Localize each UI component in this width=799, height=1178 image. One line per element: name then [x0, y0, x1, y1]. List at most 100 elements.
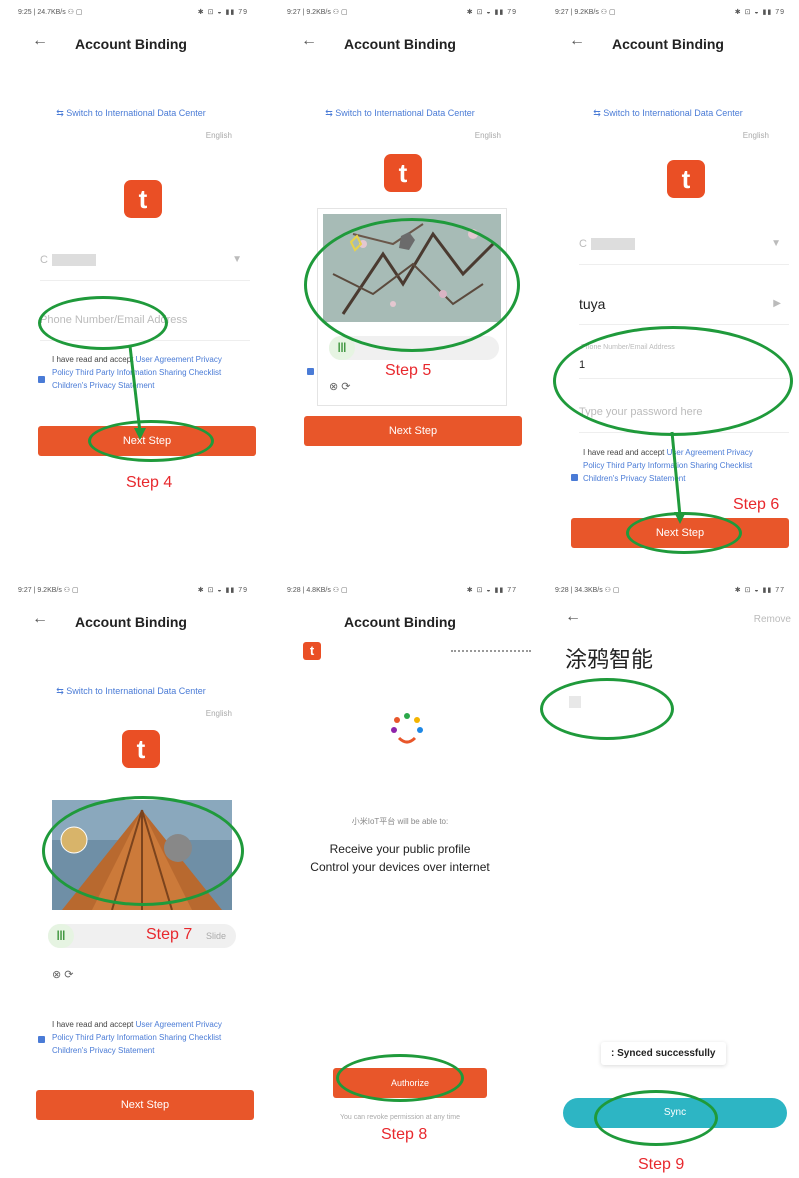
brand-title: 涂鸦智能: [565, 647, 654, 672]
step-label: Step 7: [146, 926, 193, 943]
step-label: Step 8: [381, 1126, 428, 1143]
tuya-logo: t: [303, 642, 321, 660]
agreement-text: I have read and accept User Agreement Pr…: [583, 446, 775, 485]
platform-text: 小米IoT平台 will be able to:: [351, 817, 449, 826]
slider-handle[interactable]: |||: [48, 924, 74, 948]
status-icons: ✱ ⊡ ◒ ▮▮ 79: [197, 587, 248, 594]
language-selector[interactable]: English: [475, 131, 501, 140]
account-type-value: tuya: [579, 296, 606, 312]
region-value: C: [40, 254, 48, 266]
status-time: 9:27 | 9.2KB/s ⚇ ▢: [287, 9, 348, 16]
switch-data-center-link[interactable]: ⇆ Switch to International Data Center: [0, 686, 262, 697]
page-title: Account Binding: [344, 614, 456, 630]
masked-region: [590, 238, 635, 251]
page-title: Account Binding: [75, 614, 187, 630]
tuya-logo: t: [122, 730, 160, 768]
status-time: 9:28 | 34.3KB/s ⚇ ▢: [555, 587, 620, 594]
refresh-icon[interactable]: ⟳: [341, 381, 350, 393]
status-bar: 9:28 | 4.8KB/s ⚇ ▢ ✱ ⊡ ◒ ▮▮ 77: [287, 586, 517, 596]
tuya-logo: t: [667, 160, 705, 198]
masked-account-icon: [569, 696, 581, 708]
region-value: C: [579, 238, 587, 250]
status-bar: 9:28 | 34.3KB/s ⚇ ▢ ✱ ⊡ ◒ ▮▮ 77: [555, 586, 785, 596]
next-step-button[interactable]: Next Step: [571, 518, 789, 548]
language-selector[interactable]: English: [206, 131, 232, 140]
agree-prefix: I have read and accept: [52, 1020, 134, 1029]
agreement-text: I have read and accept User Agreement Pr…: [52, 1018, 244, 1057]
password-input[interactable]: Type your password here: [579, 392, 789, 433]
page-title: Account Binding: [344, 36, 456, 52]
close-icon[interactable]: ⊗: [52, 969, 61, 981]
status-icons: ✱ ⊡ ◒ ▮▮ 79: [466, 9, 517, 16]
status-bar: 9:27 | 9.2KB/s ⚇ ▢ ✱ ⊡ ◒ ▮▮ 79: [555, 8, 785, 18]
panel-step8: 9:28 | 4.8KB/s ⚇ ▢ ✱ ⊡ ◒ ▮▮ 77 Account B…: [269, 578, 531, 1152]
next-step-button[interactable]: Next Step: [38, 426, 256, 456]
agree-checkbox[interactable]: [571, 474, 578, 481]
phone-value: 1: [579, 359, 586, 371]
captcha-image: [323, 214, 501, 322]
status-time: 9:27 | 9.2KB/s ⚇ ▢: [555, 9, 616, 16]
account-type-select[interactable]: tuya ▶: [579, 284, 789, 325]
agree-checkbox[interactable]: [38, 1036, 45, 1043]
status-icons: ✱ ⊡ ◒ ▮▮ 79: [197, 9, 248, 16]
sync-button[interactable]: Sync: [563, 1098, 787, 1128]
language-selector[interactable]: English: [743, 131, 769, 140]
phone-field-label: Phone Number/Email Address: [581, 344, 675, 351]
captcha-controls: ⊗ ⟳: [52, 968, 74, 981]
status-bar: 9:27 | 9.2KB/s ⚇ ▢ ✱ ⊡ ◒ ▮▮ 79: [18, 586, 248, 596]
phone-email-input[interactable]: 1: [579, 352, 789, 379]
captcha-slider[interactable]: |||: [329, 336, 499, 360]
panel-step5: 9:27 | 9.2KB/s ⚇ ▢ ✱ ⊡ ◒ ▮▮ 79 ← Account…: [269, 0, 531, 574]
agreement-text: I have read and accept User Agreement Pr…: [52, 353, 244, 392]
slider-handle[interactable]: |||: [329, 336, 355, 360]
slider-text: Slide: [205, 931, 226, 941]
language-selector[interactable]: English: [206, 709, 232, 718]
permission-control: Control your devices over internet: [310, 860, 490, 874]
status-time: 9:27 | 9.2KB/s ⚇ ▢: [18, 587, 79, 594]
switch-data-center-link[interactable]: ⇆ Switch to International Data Center: [537, 108, 799, 119]
remove-button[interactable]: Remove: [754, 614, 791, 625]
panel-step4: 9:25 | 24.7KB/s ⚇ ▢ ✱ ⊡ ◒ ▮▮ 79 ← Accoun…: [0, 0, 262, 574]
agree-prefix: I have read and accept: [583, 448, 665, 457]
switch-data-center-link[interactable]: ⇆ Switch to International Data Center: [0, 108, 262, 119]
agree-checkbox[interactable]: [38, 376, 45, 383]
region-select[interactable]: C ▼: [40, 240, 250, 281]
step-label: Step 9: [638, 1156, 685, 1173]
tuya-logo: t: [384, 154, 422, 192]
mi-iot-logo: [387, 708, 427, 748]
refresh-icon[interactable]: ⟳: [64, 969, 73, 981]
status-icons: ✱ ⊡ ◒ ▮▮ 77: [734, 587, 785, 594]
panel-step9: 9:28 | 34.3KB/s ⚇ ▢ ✱ ⊡ ◒ ▮▮ 77 ← Remove…: [537, 578, 799, 1152]
dropdown-arrow-icon: ▼: [771, 238, 781, 249]
status-icons: ✱ ⊡ ◒ ▮▮ 77: [466, 587, 517, 594]
status-time: 9:25 | 24.7KB/s ⚇ ▢: [18, 9, 83, 16]
back-arrow-icon[interactable]: ←: [565, 608, 581, 626]
step-label: Step 4: [126, 474, 173, 491]
region-select[interactable]: C ▼: [579, 224, 789, 265]
step-label: Step 5: [385, 362, 432, 379]
status-bar: 9:27 | 9.2KB/s ⚇ ▢ ✱ ⊡ ◒ ▮▮ 79: [287, 8, 517, 18]
tuya-logo: t: [124, 180, 162, 218]
status-time: 9:28 | 4.8KB/s ⚇ ▢: [287, 587, 348, 594]
close-icon[interactable]: ⊗: [329, 381, 338, 393]
captcha-image: [52, 800, 232, 910]
next-step-button[interactable]: Next Step: [36, 1090, 254, 1120]
switch-data-center-link[interactable]: ⇆ Switch to International Data Center: [269, 108, 531, 119]
masked-region: [51, 254, 96, 267]
password-placeholder: Type your password here: [579, 406, 703, 418]
authorize-button[interactable]: Authorize: [333, 1068, 487, 1098]
next-step-button[interactable]: Next Step: [304, 416, 522, 446]
captcha-slider[interactable]: ||| Slide: [48, 924, 236, 948]
page-title: Account Binding: [75, 36, 187, 52]
panel-step7: 9:27 | 9.2KB/s ⚇ ▢ ✱ ⊡ ◒ ▮▮ 79 ← Account…: [0, 578, 262, 1152]
status-bar: 9:25 | 24.7KB/s ⚇ ▢ ✱ ⊡ ◒ ▮▮ 79: [18, 8, 248, 18]
agree-prefix: I have read and accept: [52, 355, 134, 364]
revoke-note: You can revoke permission at any time: [340, 1114, 460, 1121]
panel-step6: 9:27 | 9.2KB/s ⚇ ▢ ✱ ⊡ ◒ ▮▮ 79 ← Account…: [537, 0, 799, 574]
captcha-controls: ⊗ ⟳: [329, 380, 351, 393]
page-title: Account Binding: [612, 36, 724, 52]
step-label: Step 6: [733, 496, 780, 513]
agree-checkbox[interactable]: [307, 368, 314, 375]
success-toast: : Synced successfully: [601, 1042, 726, 1065]
phone-email-input[interactable]: Phone Number/Email Address: [40, 300, 250, 341]
